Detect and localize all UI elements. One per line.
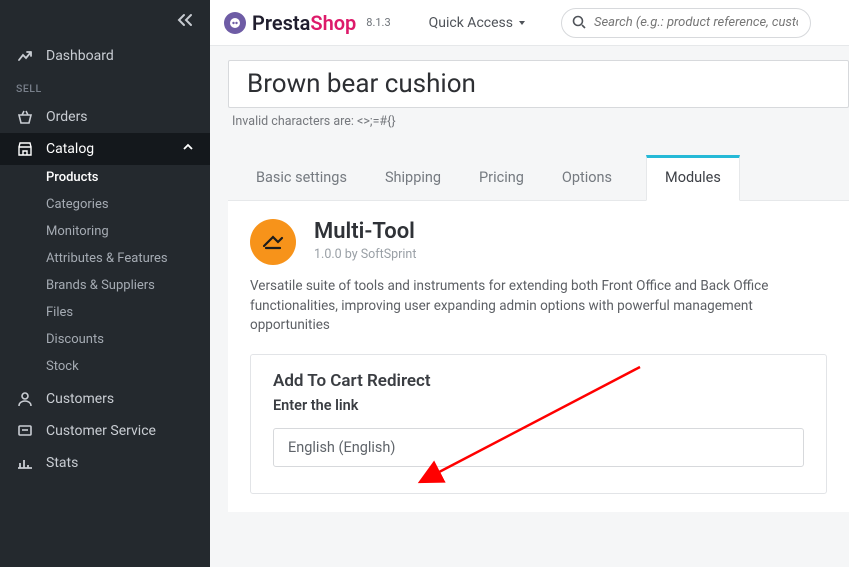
module-meta: 1.0.0 by SoftSprint (314, 247, 416, 262)
add-to-cart-redirect-card: Add To Cart Redirect Enter the link Engl… (250, 354, 827, 494)
brand-version: 8.1.3 (366, 16, 390, 29)
module-description: Versatile suite of tools and instruments… (250, 277, 827, 336)
search-input[interactable] (561, 8, 811, 38)
quick-access-label: Quick Access (429, 15, 513, 31)
tab-basic-settings[interactable]: Basic settings (252, 157, 351, 200)
tab-pricing[interactable]: Pricing (475, 157, 528, 200)
sidebar-item-label: Dashboard (46, 48, 114, 64)
catalog-subitems: Products Categories Monitoring Attribute… (0, 165, 210, 383)
sidebar-item-label: Orders (46, 109, 88, 125)
language-value: English (English) (288, 439, 395, 456)
chevron-up-icon (182, 141, 194, 157)
sidebar-sub-categories[interactable]: Categories (46, 194, 210, 215)
stats-icon (16, 455, 34, 471)
sidebar-sub-products[interactable]: Products (46, 167, 210, 188)
sidebar-collapse[interactable] (0, 0, 210, 40)
sidebar-item-label: Stats (46, 455, 78, 471)
brand-logo-icon (224, 12, 246, 34)
product-title-wrap (228, 60, 849, 108)
card-subtitle: Enter the link (273, 397, 804, 414)
tab-shipping[interactable]: Shipping (381, 157, 445, 200)
sidebar-sub-files[interactable]: Files (46, 302, 210, 323)
sidebar-item-dashboard[interactable]: Dashboard (0, 40, 210, 72)
user-icon (16, 391, 34, 407)
content: Invalid characters are: <>;=#{} Basic se… (210, 46, 849, 567)
sidebar-item-label: Catalog (46, 141, 94, 157)
sidebar-item-label: Customer Service (46, 423, 156, 439)
invalid-characters-note: Invalid characters are: <>;=#{} (232, 114, 849, 129)
chat-icon (16, 423, 34, 439)
sidebar-item-customer-service[interactable]: Customer Service (0, 415, 210, 447)
language-selector[interactable]: English (English) (273, 428, 804, 467)
sidebar-sub-brands[interactable]: Brands & Suppliers (46, 275, 210, 296)
sidebar-item-customers[interactable]: Customers (0, 383, 210, 415)
search-icon (571, 14, 587, 34)
sidebar-sub-attributes[interactable]: Attributes & Features (46, 248, 210, 269)
sidebar-sub-discounts[interactable]: Discounts (46, 329, 210, 350)
card-title: Add To Cart Redirect (273, 371, 804, 391)
sidebar-sub-stock[interactable]: Stock (46, 356, 210, 377)
module-header: Multi-Tool 1.0.0 by SoftSprint (250, 219, 827, 265)
store-icon (16, 141, 34, 157)
brand[interactable]: PrestaShop 8.1.3 (224, 11, 391, 35)
search-wrap (561, 8, 811, 38)
sidebar-item-catalog[interactable]: Catalog (0, 133, 210, 165)
topbar: PrestaShop 8.1.3 Quick Access (210, 0, 849, 46)
product-tabs: Basic settings Shipping Pricing Options … (228, 155, 849, 201)
sidebar-section-sell: SELL (0, 72, 210, 101)
tab-options[interactable]: Options (558, 157, 616, 200)
trend-icon (16, 48, 34, 64)
basket-icon (16, 109, 34, 125)
sidebar: Dashboard SELL Orders Catalog Products C… (0, 0, 210, 567)
module-icon (250, 219, 296, 265)
sidebar-item-stats[interactable]: Stats (0, 447, 210, 479)
sidebar-item-orders[interactable]: Orders (0, 101, 210, 133)
sidebar-sub-monitoring[interactable]: Monitoring (46, 221, 210, 242)
caret-down-icon (517, 18, 527, 28)
module-title: Multi-Tool (314, 219, 416, 244)
product-title-input[interactable] (247, 69, 830, 99)
module-panel: Multi-Tool 1.0.0 by SoftSprint Versatile… (228, 201, 849, 512)
tab-modules[interactable]: Modules (646, 155, 740, 201)
quick-access-dropdown[interactable]: Quick Access (429, 15, 527, 31)
main-column: PrestaShop 8.1.3 Quick Access Invalid ch… (210, 0, 849, 567)
brand-text: PrestaShop (252, 11, 356, 35)
sidebar-item-label: Customers (46, 391, 114, 407)
collapse-icon (176, 13, 194, 27)
